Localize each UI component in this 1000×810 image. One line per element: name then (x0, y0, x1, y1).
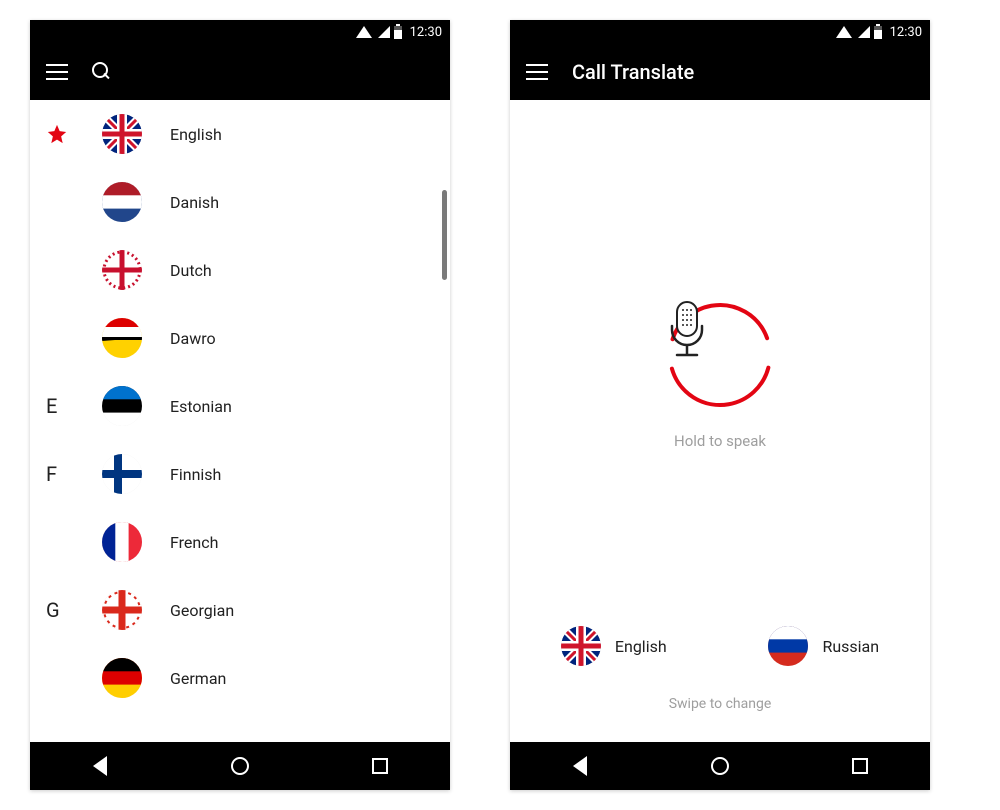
language-label: Finnish (170, 465, 221, 484)
flag-icon (102, 182, 142, 222)
wifi-icon (356, 26, 372, 38)
list-item[interactable]: German (30, 644, 450, 712)
language-label: Georgian (170, 601, 234, 620)
hold-to-speak-label: Hold to speak (674, 432, 766, 450)
flag-icon (102, 522, 142, 562)
scrollbar-thumb[interactable] (442, 190, 447, 280)
cell-signal-icon (378, 26, 390, 38)
phone-language-list: 12:30 English Danish Dutch (30, 20, 450, 790)
swipe-hint-label: Swipe to change (669, 696, 772, 712)
battery-icon (394, 26, 402, 39)
language-label: Russian (822, 637, 879, 656)
section-header: G (46, 598, 102, 622)
star-icon (46, 123, 102, 145)
nav-home-icon[interactable] (708, 754, 732, 778)
flag-icon (102, 658, 142, 698)
list-item[interactable]: F Finnish (30, 440, 450, 508)
section-header: F (46, 462, 102, 486)
list-item[interactable]: Dawro (30, 304, 450, 372)
language-pair-row[interactable]: English Russian (510, 626, 930, 666)
flag-icon (102, 590, 142, 630)
app-bar (30, 44, 450, 100)
list-item[interactable]: Danish (30, 168, 450, 236)
status-time: 12:30 (890, 25, 922, 40)
target-language[interactable]: Russian (768, 626, 879, 666)
list-item[interactable]: G Georgian (30, 576, 450, 644)
section-header: E (46, 394, 102, 418)
language-label: English (615, 637, 667, 656)
language-label: Dutch (170, 261, 212, 280)
nav-back-icon[interactable] (568, 754, 592, 778)
language-label: Dawro (170, 329, 216, 348)
flag-icon (102, 114, 142, 154)
flag-icon (768, 626, 808, 666)
nav-home-icon[interactable] (228, 754, 252, 778)
list-item[interactable]: French (30, 508, 450, 576)
flag-icon (102, 318, 142, 358)
hold-to-speak-button[interactable] (665, 300, 775, 410)
system-nav-bar (510, 742, 930, 790)
status-time: 12:30 (410, 25, 442, 40)
flag-icon (102, 250, 142, 290)
nav-recent-icon[interactable] (368, 754, 392, 778)
language-label: French (170, 533, 218, 552)
language-label: Danish (170, 193, 219, 212)
status-bar: 12:30 (30, 20, 450, 44)
nav-recent-icon[interactable] (848, 754, 872, 778)
flag-icon (561, 626, 601, 666)
phone-call-translate: 12:30 Call Translate (510, 20, 930, 790)
search-icon[interactable] (92, 62, 112, 82)
menu-icon[interactable] (526, 64, 548, 80)
nav-back-icon[interactable] (88, 754, 112, 778)
menu-icon[interactable] (46, 64, 68, 80)
language-list[interactable]: English Danish Dutch Dawro E Estonian F (30, 100, 450, 742)
flag-icon (102, 386, 142, 426)
language-label: German (170, 669, 226, 688)
system-nav-bar (30, 742, 450, 790)
app-bar-title: Call Translate (572, 60, 694, 84)
cell-signal-icon (858, 26, 870, 38)
wifi-icon (836, 26, 852, 38)
microphone-icon (665, 300, 709, 360)
status-bar: 12:30 (510, 20, 930, 44)
battery-icon (874, 26, 882, 39)
app-bar: Call Translate (510, 44, 930, 100)
list-item[interactable]: E Estonian (30, 372, 450, 440)
language-label: Estonian (170, 397, 232, 416)
list-item[interactable]: English (30, 100, 450, 168)
translate-screen: Hold to speak English Russian Swipe to c… (510, 100, 930, 742)
language-label: English (170, 125, 222, 144)
source-language[interactable]: English (561, 626, 667, 666)
list-item[interactable]: Dutch (30, 236, 450, 304)
flag-icon (102, 454, 142, 494)
